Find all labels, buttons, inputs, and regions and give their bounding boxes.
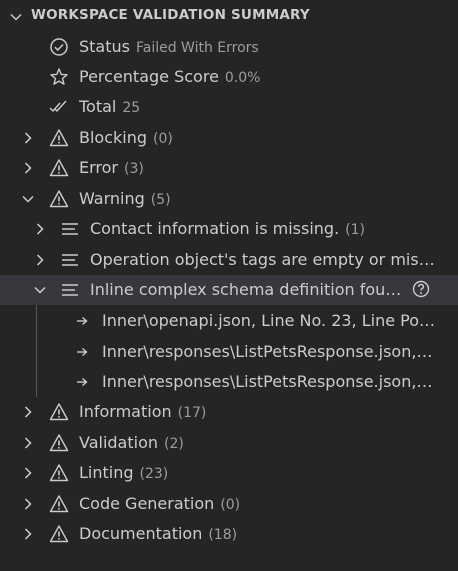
blocking-label: Blocking (0) [79,127,173,150]
chevron-down-icon[interactable] [20,191,36,207]
chevron-right-icon[interactable] [20,130,36,146]
validation-label-text: Validation [79,433,159,452]
warning-item-row[interactable]: Contact information is missing. (1) [0,214,458,244]
category-validation-row[interactable]: Validation (2) [0,428,458,458]
warning-item-label: Contact information is missing. (1) [90,218,365,241]
information-count: (17) [177,405,207,421]
status-label-text: Status [79,37,130,56]
warning-icon [49,464,69,482]
warning-icon [49,495,69,513]
linting-count: (23) [139,466,169,482]
status-label: Status Failed With Errors [79,36,259,59]
total-value: 25 [122,100,141,116]
blocking-count: (0) [153,131,173,147]
blocking-label-text: Blocking [79,128,148,147]
score-value: 0.0% [224,70,261,86]
category-code-generation-row[interactable]: Code Generation (0) [0,489,458,519]
score-label: Percentage Score 0.0% [79,66,260,89]
code-generation-label: Code Generation (0) [79,493,240,516]
category-linting-row[interactable]: Linting (23) [0,458,458,488]
warning-icon [49,525,69,543]
warning-item-text: Operation object's tags are empty or mis… [90,250,436,269]
star-icon [50,68,68,85]
warning-label: Warning (5) [79,188,171,211]
file-entry-text: Inner\responses\ListPetsResponse.json, L… [102,372,436,391]
list-lines-icon [62,254,78,266]
warning-item-text: Contact information is missing. [90,219,340,238]
file-entry-row[interactable]: Inner\responses\ListPetsResponse.json, L… [0,337,458,367]
documentation-count: (18) [208,527,238,543]
panel-title: WORKSPACE VALIDATION SUMMARY [31,7,310,23]
chevron-right-icon[interactable] [20,465,36,481]
total-label-text: Total [79,97,117,116]
warning-item-row-selected[interactable]: Inline complex schema definition found. [0,275,458,305]
chevron-right-icon[interactable] [32,221,48,237]
warning-icon [49,159,69,177]
list-lines-icon [62,284,78,296]
file-entry-row[interactable]: Inner\responses\ListPetsResponse.json, L… [0,367,458,397]
code-generation-label-text: Code Generation [79,494,215,513]
summary-status-row[interactable]: Status Failed With Errors [0,32,458,62]
category-error-row[interactable]: Error (3) [0,153,458,183]
category-information-row[interactable]: Information (17) [0,397,458,427]
warning-label-text: Warning [79,189,145,208]
file-entry-text: Inner\responses\ListPetsResponse.json, L… [102,342,436,361]
information-label: Information (17) [79,401,206,424]
linting-label-text: Linting [79,463,134,482]
warning-count: (5) [150,192,171,208]
arrow-right-icon [77,347,88,357]
warning-icon [49,129,69,147]
category-warning-row[interactable]: Warning (5) [0,184,458,214]
panel-header[interactable]: WORKSPACE VALIDATION SUMMARY [0,0,458,32]
validation-label: Validation (2) [79,432,184,455]
summary-total-row[interactable]: Total 25 [0,92,458,122]
linting-label: Linting (23) [79,462,168,485]
double-check-icon [49,100,67,113]
warning-icon [49,403,69,421]
chevron-right-icon[interactable] [20,160,36,176]
documentation-label: Documentation (18) [79,523,237,546]
chevron-right-icon[interactable] [20,496,36,512]
chevron-right-icon[interactable] [32,252,48,268]
information-label-text: Information [79,402,172,421]
error-count: (3) [124,161,144,177]
chevron-right-icon[interactable] [20,435,36,451]
score-label-text: Percentage Score [79,67,219,86]
error-label-text: Error [79,158,118,177]
warning-icon [49,190,69,208]
chevron-right-icon[interactable] [20,404,36,420]
chevron-right-icon[interactable] [20,526,36,542]
arrow-right-icon [77,316,88,326]
code-generation-count: (0) [220,497,241,513]
list-lines-icon [62,223,78,235]
status-value: Failed With Errors [135,40,259,56]
warning-icon [49,434,69,452]
error-label: Error (3) [79,157,144,180]
file-entry-text: Inner\openapi.json, Line No. 23, Line Po… [102,311,436,330]
category-documentation-row[interactable]: Documentation (18) [0,519,458,549]
check-circle-icon [50,38,68,56]
summary-score-row[interactable]: Percentage Score 0.0% [0,62,458,92]
file-entry-row[interactable]: Inner\openapi.json, Line No. 23, Line Po… [0,306,458,336]
validation-count: (2) [164,436,184,452]
documentation-label-text: Documentation [79,524,203,543]
warning-item-count: (1) [345,222,366,238]
chevron-down-icon[interactable] [32,282,48,298]
category-blocking-row[interactable]: Blocking (0) [0,123,458,153]
chevron-down-icon[interactable] [8,9,24,25]
warning-item-text: Inline complex schema definition found. [90,280,408,299]
warning-item-row[interactable]: Operation object's tags are empty or mis… [0,245,458,275]
validation-summary-panel: WORKSPACE VALIDATION SUMMARY Status Faile… [0,0,458,571]
arrow-right-icon [77,377,88,387]
total-label: Total 25 [79,96,140,119]
help-icon[interactable] [412,280,430,298]
